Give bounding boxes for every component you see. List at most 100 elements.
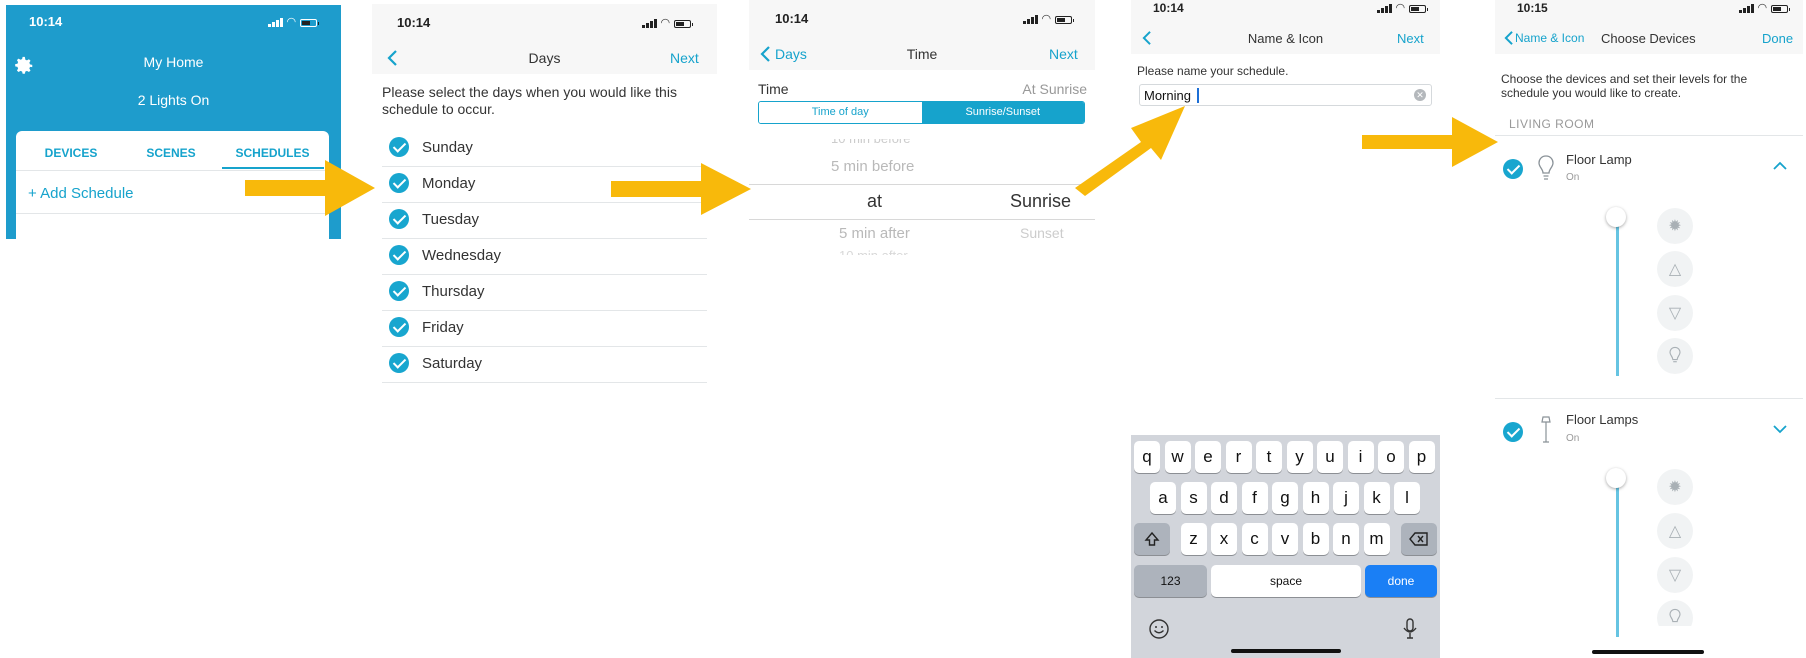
add-schedule-link[interactable]: + Add Schedule — [28, 185, 134, 202]
bulb-off-icon[interactable] — [1657, 600, 1693, 626]
numbers-key[interactable]: 123 — [1134, 565, 1207, 597]
key[interactable]: m — [1363, 523, 1390, 555]
brightness-slider-handle[interactable] — [1606, 468, 1626, 488]
key[interactable]: d — [1211, 482, 1237, 514]
key[interactable]: g — [1272, 482, 1298, 514]
chevron-up-icon[interactable] — [1772, 161, 1788, 171]
picker-selected-sunrise: Sunrise — [1010, 191, 1072, 211]
tab-scenes[interactable]: SCENES — [126, 146, 216, 160]
space-key[interactable]: space — [1211, 565, 1361, 597]
key[interactable]: x — [1211, 523, 1237, 555]
brightness-slider-handle[interactable] — [1606, 207, 1626, 227]
list-item[interactable]: Friday — [372, 310, 717, 347]
clear-icon[interactable]: ✕ — [1414, 89, 1426, 101]
key[interactable]: v — [1272, 523, 1298, 555]
key[interactable]: j — [1333, 482, 1359, 514]
key[interactable]: t — [1256, 441, 1282, 473]
shift-key[interactable] — [1134, 523, 1170, 555]
key[interactable]: u — [1317, 441, 1343, 473]
picker-option: 5 min after — [839, 225, 910, 242]
backspace-key[interactable] — [1401, 523, 1437, 555]
device-row[interactable]: Floor Lamp On ✹ △ ▽ — [1495, 140, 1803, 376]
key[interactable]: o — [1378, 441, 1404, 473]
day-label: Saturday — [422, 355, 483, 372]
back-icon[interactable] — [1503, 30, 1514, 46]
flow-arrow — [1362, 117, 1498, 167]
done-key[interactable]: done — [1365, 565, 1437, 597]
triangle-down-icon[interactable]: ▽ — [1657, 295, 1693, 331]
key[interactable]: i — [1347, 441, 1374, 473]
key[interactable]: w — [1164, 441, 1191, 473]
day-label: Tuesday — [422, 211, 479, 228]
list-item[interactable]: Sunday — [372, 130, 717, 167]
status-icons: ◠ — [642, 18, 694, 29]
back-label[interactable]: Name & Icon — [1515, 31, 1584, 45]
key[interactable]: l — [1394, 482, 1420, 514]
brightness-slider-track[interactable] — [1616, 216, 1619, 376]
backspace-icon — [1409, 532, 1428, 546]
room-header: LIVING ROOM — [1509, 117, 1595, 131]
status-icons: ◠ — [268, 17, 320, 28]
tab-devices[interactable]: DEVICES — [16, 146, 126, 160]
status-time: 10:14 — [775, 11, 809, 26]
chevron-down-icon[interactable] — [1772, 424, 1788, 434]
status-time: 10:14 — [1153, 1, 1184, 15]
next-button[interactable]: Next — [1049, 46, 1078, 62]
key[interactable]: y — [1286, 441, 1313, 473]
list-item[interactable]: Thursday — [372, 274, 717, 311]
devices-prompt: Choose the devices and set their levels … — [1501, 72, 1748, 100]
triangle-up-icon[interactable]: △ — [1657, 513, 1693, 549]
segment-sunrise-sunset[interactable]: Sunrise/Sunset — [921, 102, 1084, 123]
emoji-icon[interactable] — [1148, 618, 1170, 640]
home-subtitle: 2 Lights On — [137, 92, 210, 108]
key[interactable]: k — [1363, 482, 1390, 514]
key[interactable]: p — [1408, 441, 1435, 473]
flow-arrow — [245, 160, 375, 216]
screen-time: 10:14 ◠ Days Time Next Time At Sunrise T… — [749, 0, 1095, 262]
key[interactable]: f — [1241, 482, 1268, 514]
bright-bulb-icon[interactable]: ✹ — [1657, 469, 1693, 505]
check-icon[interactable] — [1503, 422, 1523, 442]
key[interactable]: s — [1180, 482, 1207, 514]
list-item[interactable]: Wednesday — [372, 238, 717, 275]
key[interactable]: r — [1225, 441, 1252, 473]
key[interactable]: b — [1302, 523, 1329, 555]
next-button[interactable]: Next — [670, 50, 699, 66]
key[interactable]: z — [1180, 523, 1207, 555]
segment-time-of-day[interactable]: Time of day — [759, 102, 922, 123]
time-picker[interactable]: 10 min before 5 min before at Sunrise 5 … — [749, 134, 1095, 262]
triangle-down-icon[interactable]: ▽ — [1657, 557, 1693, 593]
key[interactable]: q — [1134, 441, 1160, 473]
key[interactable]: c — [1241, 523, 1268, 555]
picker-option: 10 min before — [831, 134, 911, 146]
device-row[interactable]: Floor Lamps On ✹ △ ▽ — [1495, 402, 1803, 658]
bulb-icon — [1538, 155, 1554, 180]
page-title: Choose Devices — [1601, 31, 1696, 46]
bulb-off-icon[interactable] — [1657, 338, 1693, 374]
microphone-icon[interactable] — [1402, 617, 1418, 641]
done-button[interactable]: Done — [1762, 31, 1793, 46]
key[interactable]: h — [1302, 482, 1329, 514]
segmented-control: Time of day Sunrise/Sunset — [758, 101, 1085, 124]
bright-bulb-icon[interactable]: ✹ — [1657, 208, 1693, 244]
day-label: Monday — [422, 175, 476, 192]
key[interactable]: n — [1333, 523, 1359, 555]
day-label: Friday — [422, 319, 464, 336]
brightness-slider-track[interactable] — [1616, 477, 1619, 637]
device-name: Floor Lamp — [1566, 152, 1632, 167]
home-indicator — [1231, 649, 1341, 653]
name-input[interactable]: Morning ✕ — [1139, 84, 1432, 106]
tab-schedules[interactable]: SCHEDULES — [216, 146, 329, 160]
page-title: Time — [906, 46, 938, 62]
triangle-up-icon[interactable]: △ — [1657, 251, 1693, 287]
days-prompt: Please select the days when you would li… — [382, 84, 677, 117]
shift-icon — [1144, 531, 1160, 546]
status-icons: ◠ — [1023, 14, 1075, 25]
time-value: At Sunrise — [1022, 81, 1087, 97]
check-icon — [389, 137, 409, 157]
list-item[interactable]: Saturday — [372, 346, 717, 383]
key[interactable]: e — [1195, 441, 1221, 473]
check-icon[interactable] — [1503, 159, 1523, 179]
key[interactable]: a — [1150, 482, 1176, 514]
next-button[interactable]: Next — [1397, 31, 1424, 46]
